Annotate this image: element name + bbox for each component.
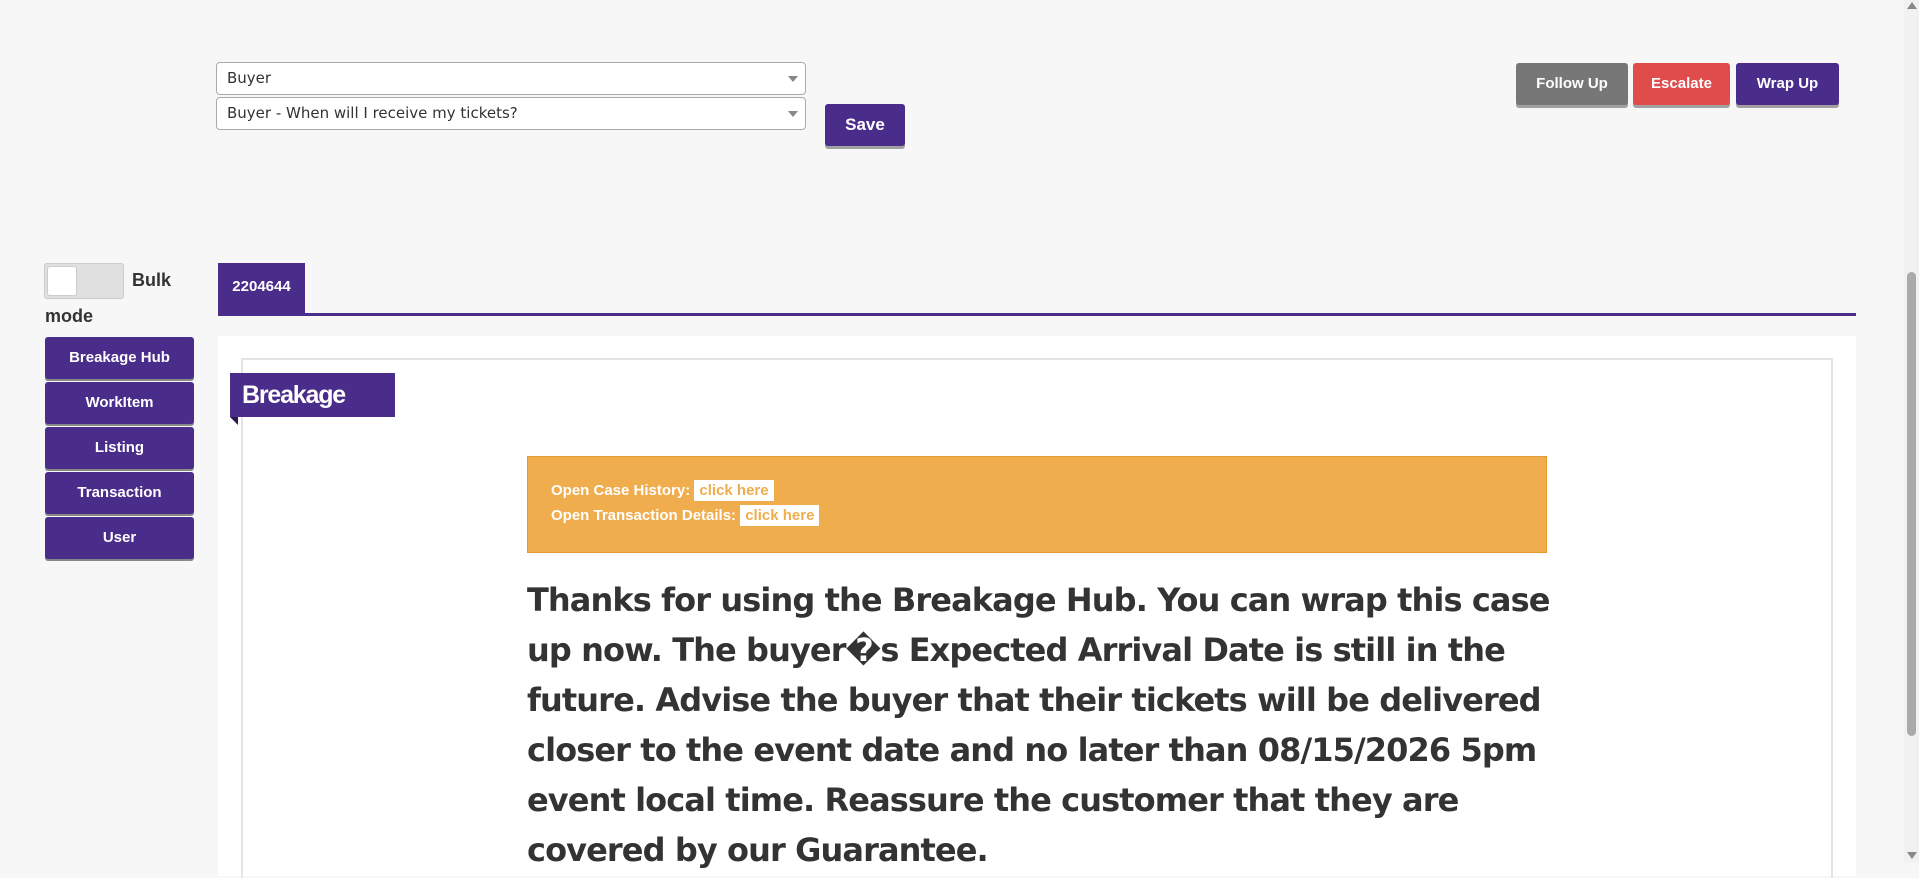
- save-button[interactable]: Save: [825, 104, 905, 146]
- follow-up-button[interactable]: Follow Up: [1516, 63, 1628, 105]
- transaction-details-label: Open Transaction Details:: [551, 507, 737, 524]
- category-select-value: Buyer: [227, 69, 272, 87]
- reason-select-value: Buyer - When will I receive my tickets?: [227, 104, 518, 122]
- case-history-label: Open Case History:: [551, 482, 691, 499]
- chevron-down-icon: [788, 76, 798, 82]
- ribbon-fold: [230, 417, 238, 425]
- scroll-down-icon[interactable]: [1907, 852, 1917, 859]
- bulk-mode-label-cont: mode: [45, 306, 94, 326]
- panel-title: Breakage Hub: [230, 373, 395, 453]
- case-links-alert: Open Case History: click here Open Trans…: [527, 456, 1547, 553]
- bulk-mode-toggle[interactable]: [44, 263, 124, 299]
- sidebar-item-user[interactable]: User: [45, 517, 194, 559]
- sidebar-item-breakage-hub[interactable]: Breakage Hub: [45, 337, 194, 379]
- tab-underline: [218, 313, 1856, 316]
- case-history-link[interactable]: click here: [694, 480, 774, 501]
- transaction-details-link[interactable]: click here: [740, 505, 820, 526]
- bulk-mode-label: Bulk: [132, 270, 172, 290]
- scrollbar-thumb[interactable]: [1907, 272, 1916, 736]
- sidebar-item-workitem[interactable]: WorkItem: [45, 382, 194, 424]
- case-history-row: Open Case History: click here: [551, 480, 774, 501]
- escalate-button[interactable]: Escalate: [1633, 63, 1730, 105]
- page-scrollbar[interactable]: [1904, 0, 1919, 863]
- wrap-up-button[interactable]: Wrap Up: [1736, 63, 1839, 105]
- reason-select[interactable]: Buyer - When will I receive my tickets?: [216, 97, 806, 130]
- scroll-up-icon[interactable]: [1907, 2, 1917, 9]
- chevron-down-icon: [788, 111, 798, 117]
- sidebar-item-listing[interactable]: Listing: [45, 427, 194, 469]
- transaction-details-row: Open Transaction Details: click here: [551, 505, 820, 526]
- sidebar-item-transaction[interactable]: Transaction: [45, 472, 194, 514]
- instruction-message: Thanks for using the Breakage Hub. You c…: [527, 581, 1550, 869]
- tab-case[interactable]: 2204644: [218, 263, 305, 315]
- category-select[interactable]: Buyer: [216, 62, 806, 95]
- toggle-knob: [47, 266, 77, 296]
